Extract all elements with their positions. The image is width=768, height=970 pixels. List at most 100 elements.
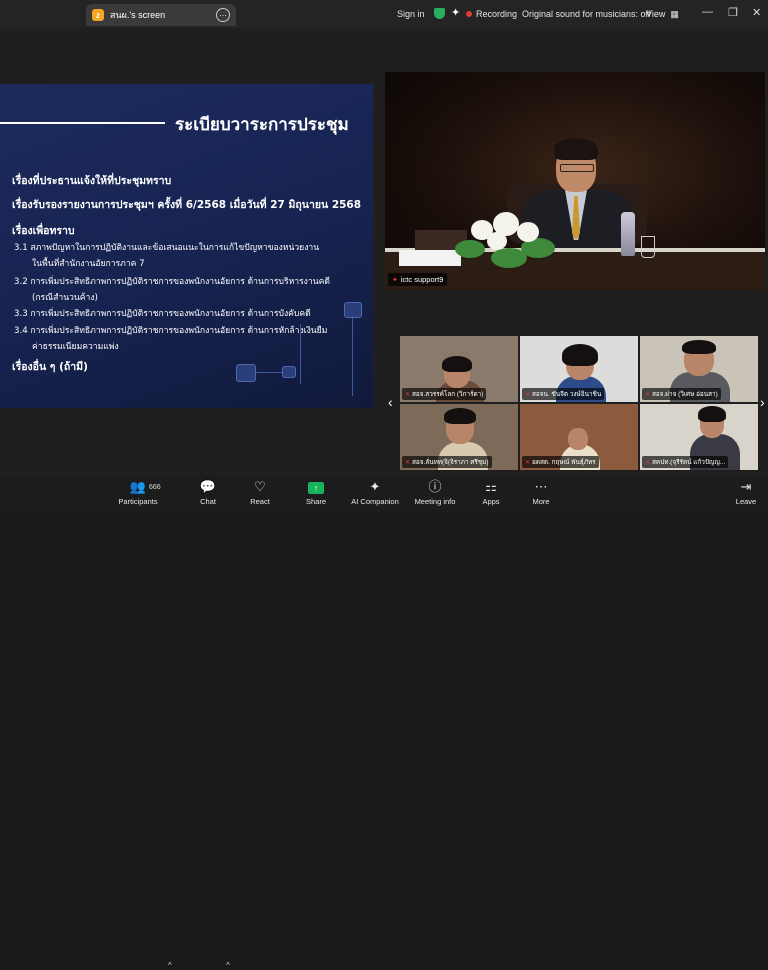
ai-companion-button[interactable]: ✦ AI Companion [344,479,406,506]
recording-indicator[interactable]: Recording [466,0,517,28]
decor-square [344,302,362,318]
original-sound-status[interactable]: Original sound for musicians: off [522,0,650,28]
view-label: View [646,9,666,19]
more-options-icon[interactable]: … [216,8,230,22]
share-button[interactable]: ↑ Share [286,479,346,506]
meeting-info-label: Meeting info [414,497,456,506]
tab-title: สนผ.'s screen [110,10,166,20]
info-icon: ⓘ [428,479,442,494]
participant-name-label: ✕ สคปท.(จุรีรัตน์ แก้วปัญญ... [642,456,729,468]
participant-name: สอจ.ลั่นทท(จิ(จิราภา ศรีชุม) [412,459,489,466]
flower [487,232,507,250]
participant-hair [562,344,598,366]
agenda-sub-3-4: 3.4 การเพิ่มประสิทธิภาพการปฏิบัติราชการข… [14,326,328,336]
participant-tile[interactable]: ✕ สคปท.(จุรีรัตน์ แก้วปัญญ... [640,404,758,470]
agenda-item-4: เรื่องอื่น ๆ (ถ้ามี) [12,361,88,373]
close-icon[interactable]: ✕ [752,6,761,19]
gallery-next-arrow[interactable]: › [760,394,765,410]
muted-mic-icon: ✕ [525,459,531,466]
flower-arrangement [451,210,561,268]
chat-button[interactable]: 💬 Chat [178,479,238,506]
leave-button[interactable]: ⇥ Leave [716,479,768,506]
decor-line [352,316,353,396]
participant-name-label: ✕ สอจ.ผ่าจ (วิเศษ อ่อนสา) [642,388,721,400]
speaker-name: ictc support9 [400,275,444,284]
decor-line [254,372,282,373]
participant-tile[interactable]: ✕ สอจ.ลั่นทท(จิ(จิราภา ศรีชุม) [400,404,518,470]
participant-hair [682,340,716,354]
meeting-toolbar: 👥 Participants ^ 💬 Chat ^ ♡ React ↑ Shar… [0,476,768,970]
participant-hair [444,408,476,424]
share-icon: ↑ [286,479,346,495]
agenda-sub-3-3: 3.3 การเพิ่มประสิทธิภาพการปฏิบัติราชการข… [14,309,311,319]
participants-caret-icon[interactable]: ^ [168,961,172,970]
participant-name-label: ✕ สอจ.ลั่นทท(จิ(จิราภา ศรีชุม) [402,456,492,468]
participants-count: 666 [149,484,161,491]
participant-name: สคปท.(จุรีรัตน์ แก้วปัญญ... [652,459,726,466]
participant-tile[interactable]: ✕ สอจ.สวรรค์โลก (วิการ์ดา) [400,336,518,402]
participant-name-label: ✕ อดสด. กฤษณ์ พันธ์ุภัทร [522,456,599,468]
minimize-icon[interactable]: — [702,6,713,18]
leave-label: Leave [735,497,757,506]
share-label: Share [305,497,326,506]
participants-label: Participants [118,497,158,506]
react-label: React [250,497,270,506]
participant-gallery: ✕ สอจ.สวรรค์โลก (วิการ์ดา) ✕ สอจน. ขันจีต … [398,336,760,472]
agenda-item-2: เรื่องรับรองรายงานการประชุมฯ ครั้งที่ 6/… [12,199,362,211]
title-rule [0,122,165,124]
more-label: More [532,497,550,506]
participant-tile[interactable]: ✕ สอจ.ผ่าจ (วิเศษ อ่อนสา) [640,336,758,402]
participant-tile[interactable]: ✕ อดสด. กฤษณ์ พันธ์ุภัทร [520,404,638,470]
ai-companion-icon: ✦ [369,479,381,494]
react-button[interactable]: ♡ React [230,479,290,506]
recording-dot-icon [466,11,472,17]
meeting-info-button[interactable]: ⓘ Meeting info [405,479,465,506]
agenda-sub-3-1: 3.1 สภาพปัญหาในการปฏิบัติงานและข้อเสนอแน… [14,243,320,253]
agenda-sub-3-1-cont: ในพื้นที่สำนักงานอัยการภาค 7 [32,259,145,269]
participant-face [568,428,588,450]
zoom-app-icon: z [92,9,104,21]
chat-caret-icon[interactable]: ^ [226,961,230,970]
decor-square [236,364,256,382]
participant-name-label: ✕ สอจน. ขันจีต วงษ์อินาชิน [522,388,605,400]
water-glass [641,236,655,258]
shield-icon[interactable] [434,8,445,19]
participant-name-label: ✕ สอจ.สวรรค์โลก (วิการ์ดา) [402,388,487,400]
participant-name: สอจน. ขันจีต วงษ์อินาชิน [532,391,602,398]
restore-icon[interactable]: ❐ [728,6,738,19]
more-button[interactable]: ⋯ More [511,479,571,506]
ai-companion-label: AI Companion [351,497,399,506]
flower [517,222,539,242]
leaf [491,248,527,268]
agenda-sub-3-4-cont: ค่าธรรมเนียมความแพ่ง [32,342,119,352]
active-speaker-video[interactable]: ✦ ictc support9 [385,72,765,290]
gallery-prev-arrow[interactable]: ‹ [388,394,393,410]
agenda-sub-3-2: 3.2 การเพิ่มประสิทธิภาพการปฏิบัติราชการข… [14,277,330,287]
participant-hair [698,406,726,422]
mic-icon: ✦ [392,276,398,284]
title-bar: z สนผ.'s screen … Sign in ✦ Recording Or… [0,0,768,28]
heart-icon: ♡ [254,479,266,494]
muted-mic-icon: ✕ [405,459,411,466]
muted-mic-icon: ✕ [645,391,651,398]
screen-share-tab[interactable]: z สนผ.'s screen … [86,4,236,26]
ai-sparkle-icon[interactable]: ✦ [451,6,460,19]
muted-mic-icon: ✕ [405,391,411,398]
slide-title: ระเบียบวาระการประชุม [175,115,349,135]
participant-name: สอจ.ผ่าจ (วิเศษ อ่อนสา) [652,391,718,398]
speaker-glasses [560,164,594,172]
view-button[interactable]: View ▦ [646,0,679,28]
chat-icon: 💬 [199,479,217,494]
sign-in-button[interactable]: Sign in [397,0,425,28]
chat-label: Chat [200,497,216,506]
participant-hair [442,356,472,372]
speaker-name-label: ✦ ictc support9 [388,273,448,286]
leaf [455,240,485,258]
recording-label: Recording [476,9,518,19]
agenda-item-3: เรื่องเพื่อทราบ [12,225,75,237]
speaker-hair [554,138,598,160]
more-icon: ⋯ [534,479,548,494]
muted-mic-icon: ✕ [525,391,531,398]
participant-tile[interactable]: ✕ สอจน. ขันจีต วงษ์อินาชิน [520,336,638,402]
participant-name: อดสด. กฤษณ์ พันธ์ุภัทร [532,459,596,466]
